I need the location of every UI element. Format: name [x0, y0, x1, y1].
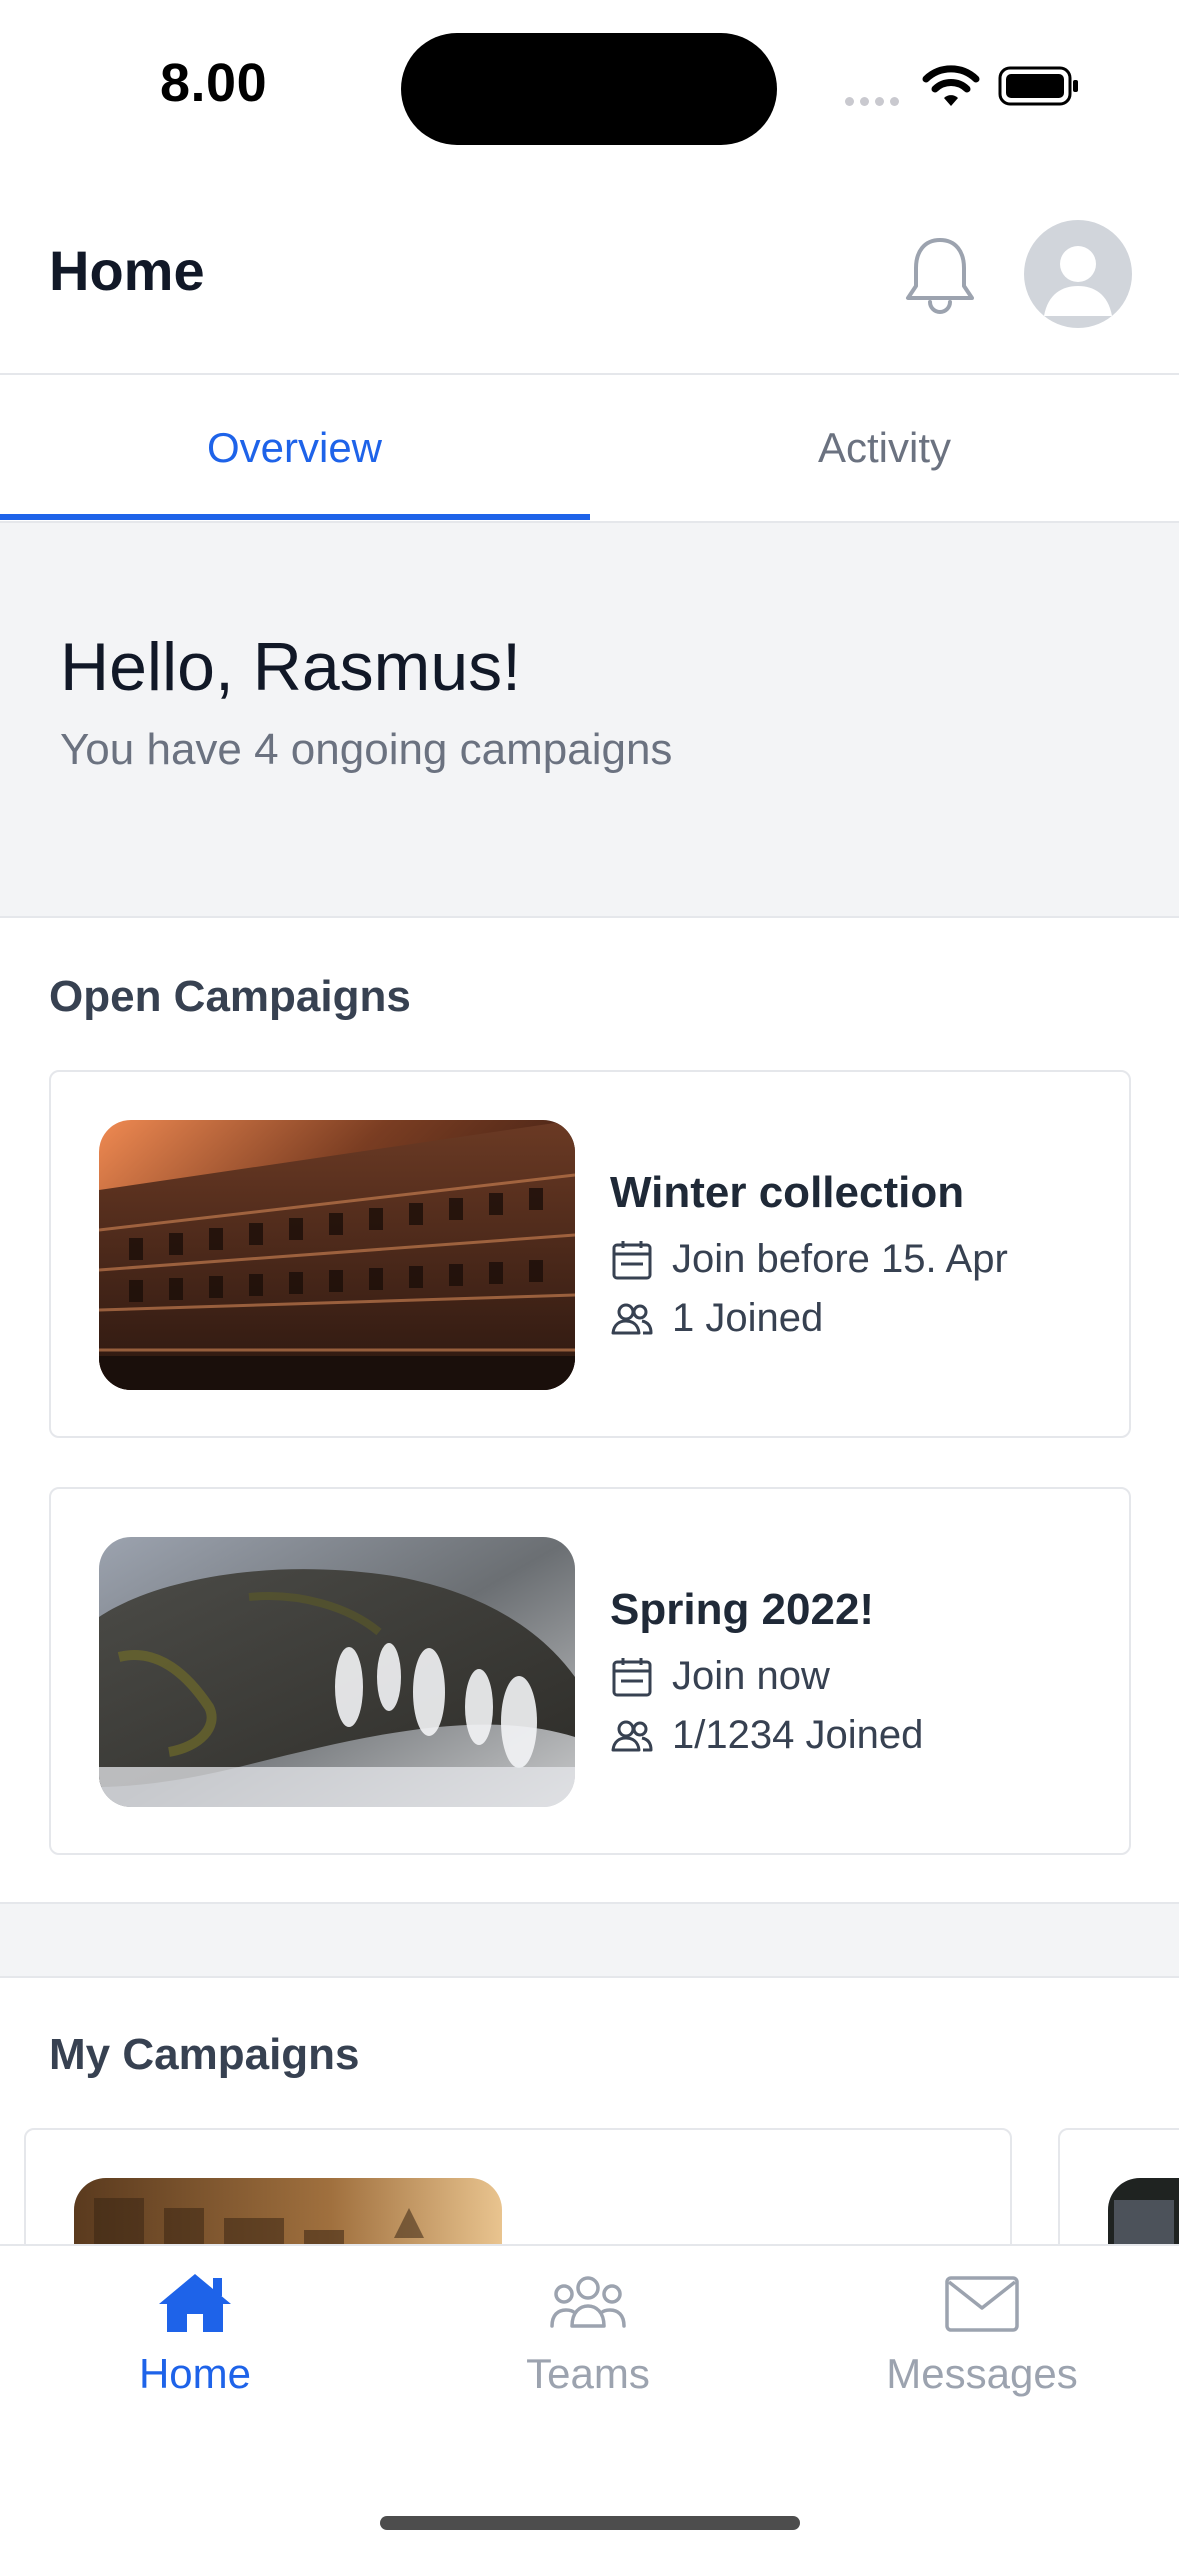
- active-tab-indicator: [0, 514, 590, 520]
- campaign-date-text: Join now: [672, 1654, 830, 1698]
- nav-home[interactable]: Home: [55, 2270, 335, 2398]
- nav-teams-label: Teams: [526, 2350, 650, 2397]
- my-campaigns-title: My Campaigns: [49, 2030, 360, 2079]
- calendar-icon: [612, 1240, 652, 1279]
- envelope-icon: [945, 2276, 1019, 2332]
- campaign-date-text: Join before 15. Apr: [672, 1237, 1008, 1281]
- status-time: 8.00: [160, 53, 268, 113]
- campaign-joined-row: 1 Joined: [610, 1296, 823, 1341]
- bottom-safe-area: [0, 2452, 1179, 2556]
- campaign-date-row: Join before 15. Apr: [610, 1237, 1008, 1282]
- cellular-signal-icon: [845, 93, 905, 106]
- avatar[interactable]: [1024, 220, 1132, 328]
- nav-teams[interactable]: Teams: [448, 2270, 728, 2398]
- users-icon: [550, 2276, 626, 2328]
- campaign-image: [99, 1120, 575, 1390]
- page-title: Home: [49, 239, 205, 302]
- campaign-title: Spring 2022!: [610, 1585, 875, 1634]
- greeting-title: Hello, Rasmus!: [60, 629, 522, 705]
- section-divider: [0, 1902, 1179, 1978]
- greeting-panel: [0, 523, 1179, 918]
- campaign-card[interactable]: Winter collection Join before 15. Apr 1 …: [49, 1070, 1131, 1438]
- tab-overview[interactable]: Overview: [0, 375, 589, 523]
- wifi-icon: [922, 65, 980, 106]
- calendar-icon: [612, 1657, 652, 1696]
- campaign-date-row: Join now: [610, 1654, 830, 1699]
- campaign-joined-text: 1 Joined: [672, 1296, 824, 1340]
- campaign-joined-text: 1/1234 Joined: [672, 1713, 924, 1757]
- battery-icon: [998, 66, 1078, 106]
- campaign-image: [99, 1537, 575, 1807]
- tab-bar: Overview Activity: [0, 375, 1179, 523]
- users-icon: [611, 1720, 653, 1751]
- campaign-joined-row: 1/1234 Joined: [610, 1713, 923, 1758]
- campaign-card[interactable]: Spring 2022! Join now 1/1234 Joined: [49, 1487, 1131, 1855]
- user-silhouette-icon: [1044, 246, 1112, 316]
- greeting-subtitle: You have 4 ongoing campaigns: [60, 725, 673, 774]
- tab-activity[interactable]: Activity: [590, 375, 1179, 523]
- home-indicator[interactable]: [380, 2516, 800, 2530]
- nav-home-label: Home: [138, 2350, 252, 2397]
- notifications-bell-icon[interactable]: [902, 232, 978, 318]
- home-icon: [159, 2274, 231, 2332]
- nav-messages[interactable]: Messages: [842, 2270, 1122, 2398]
- open-campaigns-title: Open Campaigns: [49, 972, 411, 1021]
- users-icon: [611, 1303, 653, 1334]
- campaign-title: Winter collection: [610, 1168, 965, 1217]
- nav-messages-label: Messages: [886, 2350, 1078, 2397]
- dynamic-island: [401, 33, 777, 145]
